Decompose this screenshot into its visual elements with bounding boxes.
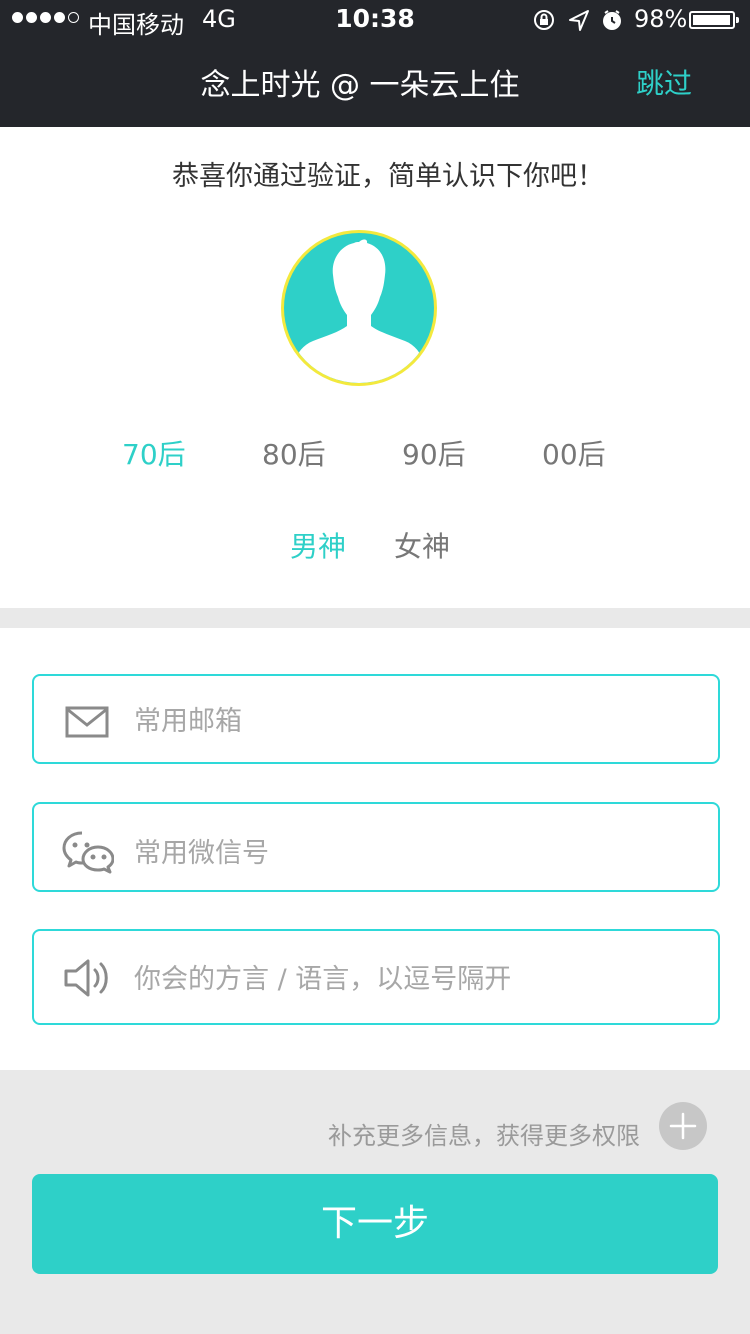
gender-option-female[interactable]: 女神 [394,525,450,565]
greeting-text: 恭喜你通过验证，简单认识下你吧！ [172,161,604,192]
more-info-button[interactable] [659,1102,707,1150]
person-silhouette-icon [294,239,424,383]
more-info-row: 补充更多信息，获得更多权限 [0,1102,750,1152]
era-option-70[interactable]: 70后 [122,433,186,473]
email-field [32,674,720,764]
language-input[interactable] [134,962,698,996]
wechat-input[interactable] [134,836,698,870]
language-field [32,929,720,1025]
gender-selector: 男神 女神 [0,525,750,565]
more-info-text[interactable]: 补充更多信息，获得更多权限 [328,1116,640,1151]
era-selector: 70后 80后 90后 00后 [0,433,750,473]
battery-icon [689,11,739,29]
battery-cap [736,17,739,23]
alarm-icon [603,10,621,30]
profile-section: 恭喜你通过验证，简单认识下你吧！ 70后 80后 90后 00后 男神 女神 [0,127,750,608]
top-bar: 中国移动 4G 10:38 98% 念上时光 @ 一朵云上住 跳过 [0,0,750,127]
rotation-lock-icon [534,10,554,30]
page-title: 念上时光 @ 一朵云上住 [200,68,520,103]
wechat-field [32,802,720,892]
location-arrow-icon [569,10,589,31]
plus-icon [669,1112,697,1140]
contact-form [0,628,750,1070]
status-bar: 中国移动 4G 10:38 98% [0,0,750,40]
battery-fill [693,15,730,25]
era-option-00[interactable]: 00后 [542,433,606,473]
status-icons [534,10,621,31]
email-input[interactable] [134,704,698,738]
avatar[interactable] [281,230,437,386]
wechat-icon [62,831,114,874]
battery-percent: 98% [634,5,688,33]
next-step-button[interactable]: 下一步 [32,1174,718,1274]
era-option-80[interactable]: 80后 [262,433,326,473]
skip-button[interactable]: 跳过 [636,62,692,102]
speaker-icon [64,959,108,997]
gender-option-male[interactable]: 男神 [290,525,346,565]
era-option-90[interactable]: 90后 [402,433,466,473]
mail-icon [65,706,109,738]
